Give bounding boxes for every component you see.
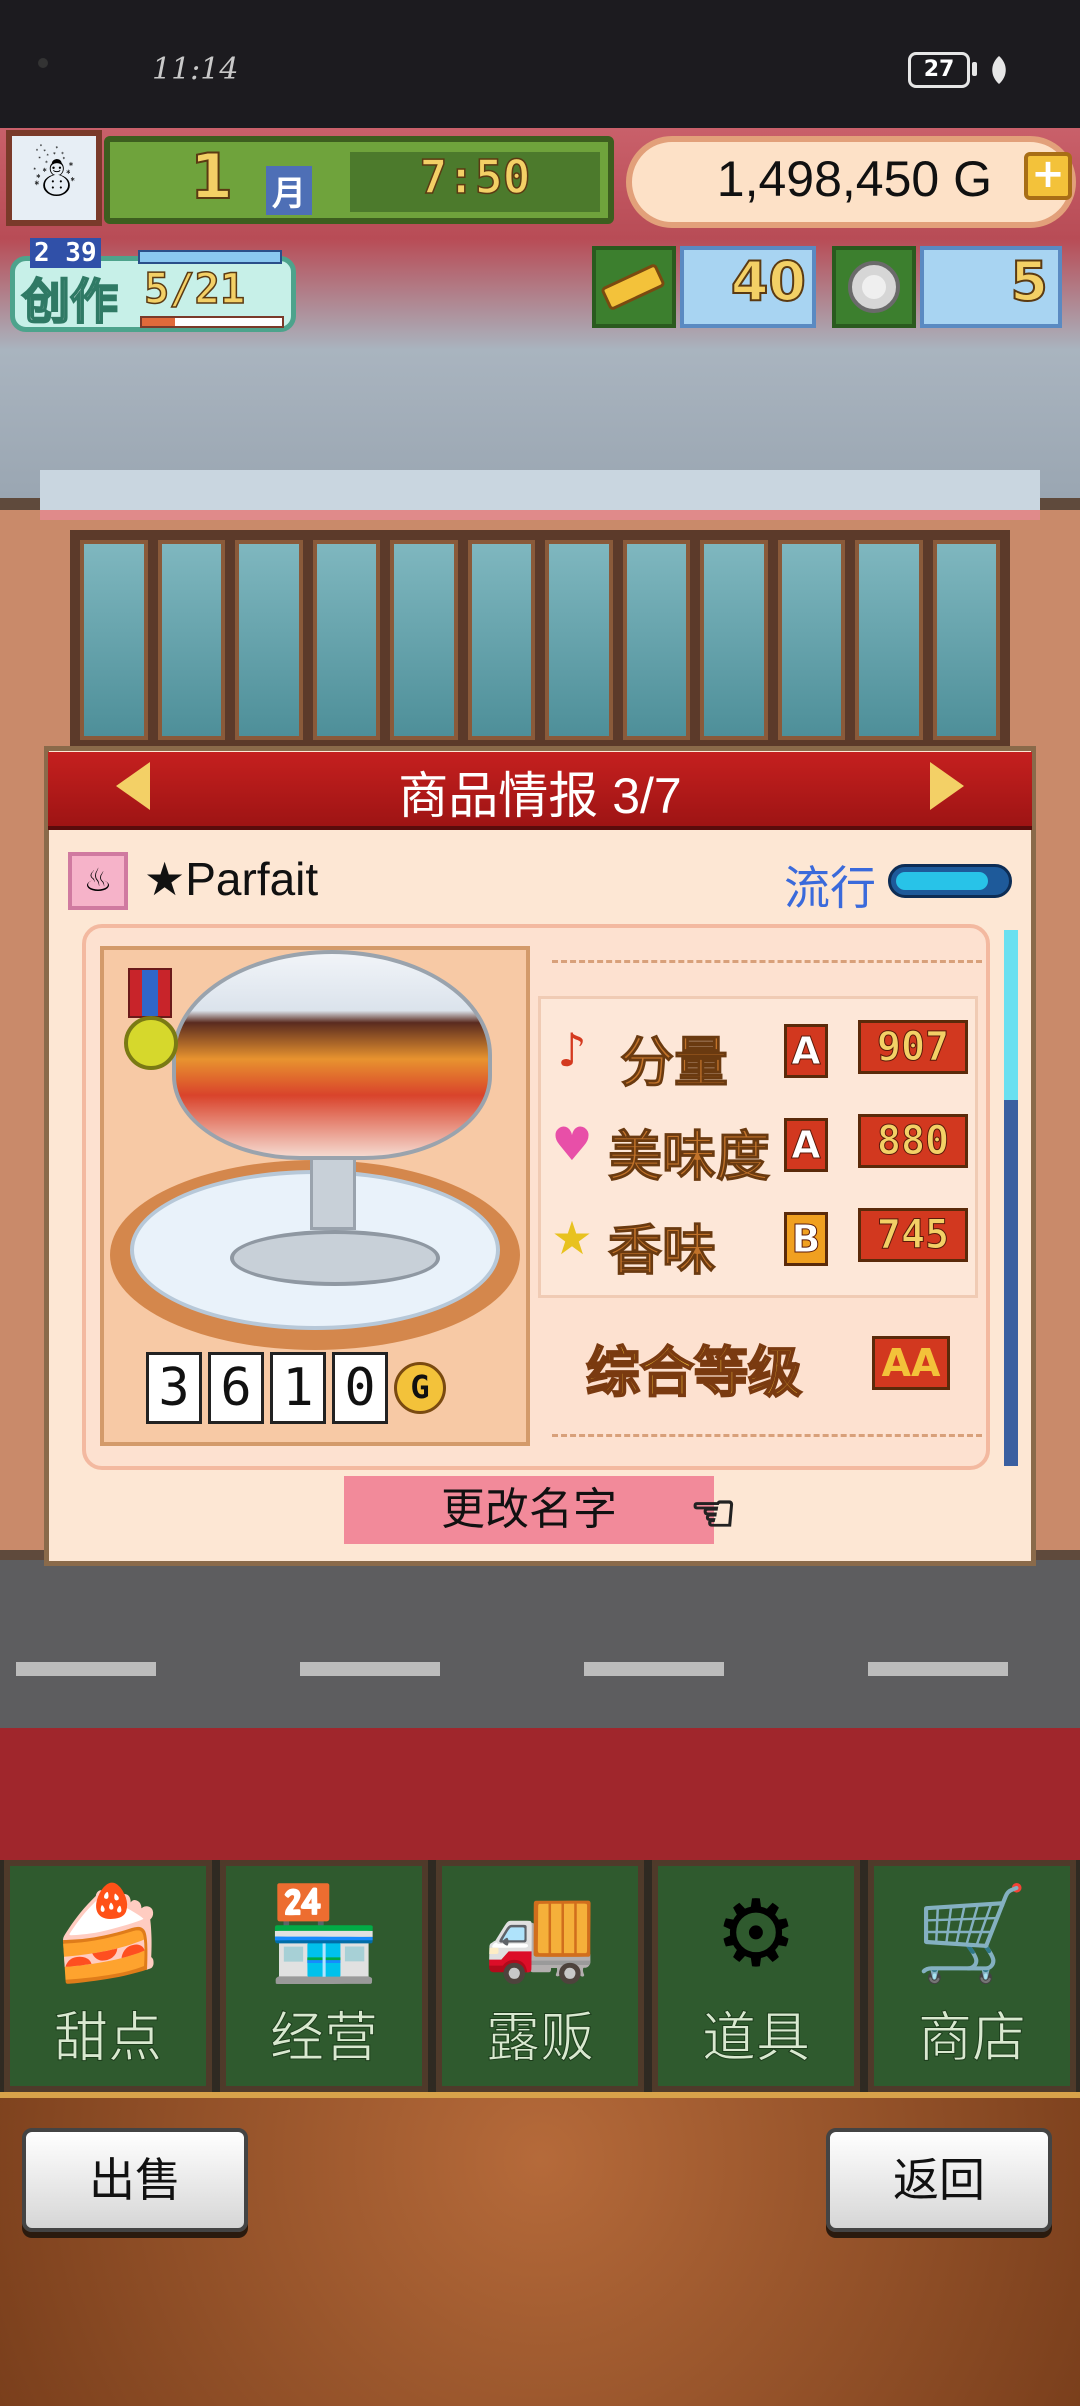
- bottom-nav: 🍰 甜点 🏪 经营 🚚 露贩 ⚙ 道具 🛒 商店: [0, 1860, 1080, 2092]
- cake-icon: 🍰: [50, 1880, 166, 1987]
- medal-icon: [124, 1016, 178, 1070]
- nav-item-dessert[interactable]: 🍰 甜点: [4, 1860, 212, 2092]
- nav-label: 商店: [918, 2006, 1027, 2070]
- gold-ticket-icon: [592, 246, 676, 328]
- price-digit: 0: [332, 1352, 388, 1424]
- create-label: 创作: [21, 273, 119, 331]
- price-digit: 3: [146, 1352, 202, 1424]
- game-clock: 7:50: [419, 149, 531, 205]
- rename-button[interactable]: 更改名字: [344, 1476, 714, 1544]
- create-count: 5/21: [143, 263, 246, 314]
- divider: [552, 1434, 982, 1437]
- panel-title: 商品情报 3/7: [398, 768, 682, 824]
- shopping-cart-icon: 🛒: [914, 1880, 1030, 1987]
- heart-icon: ♥: [551, 1117, 593, 1171]
- road-marking: [584, 1662, 724, 1676]
- glass-stem: [310, 1150, 356, 1230]
- product-name: ★Parfait: [144, 853, 319, 905]
- music-note-icon: ♪: [557, 1023, 587, 1077]
- stat-label-taste: 美味度: [608, 1125, 771, 1189]
- add-gold-button[interactable]: +: [1024, 152, 1072, 200]
- price-digit: 1: [270, 1352, 326, 1424]
- create-progress-fill: [142, 318, 175, 326]
- month-number: 1: [189, 139, 234, 214]
- overall-rating-grade: AA: [872, 1336, 950, 1390]
- snowy-roof: [40, 470, 1040, 520]
- pointer-hand-icon: ☜: [689, 1483, 738, 1545]
- overall-rating-label: 综合等级: [585, 1340, 803, 1405]
- stat-label-aroma: 香味: [608, 1219, 717, 1283]
- prev-arrow-icon[interactable]: [116, 762, 150, 810]
- items-bag-icon: ⚙: [714, 1880, 798, 1987]
- silver-medal-count: 5: [1009, 249, 1049, 314]
- road-marking: [300, 1662, 440, 1676]
- medal-ribbon: [128, 968, 172, 1018]
- stat-grade-aroma: B: [784, 1212, 828, 1266]
- scrollbar-thumb[interactable]: [1004, 930, 1018, 1100]
- create-timer-bar: [138, 250, 282, 264]
- camera-cutout: [38, 58, 48, 68]
- food-truck-icon: 🚚: [482, 1880, 598, 1987]
- battery-tip: [972, 62, 977, 76]
- snowman-avatar[interactable]: ☃: [6, 130, 102, 226]
- stat-value-portion: 907: [858, 1020, 968, 1074]
- create-timer: 2 39: [30, 238, 101, 268]
- carpet-strip: [0, 1728, 1080, 1860]
- leaf-icon: [992, 56, 1006, 84]
- gold-ticket-count: 40: [730, 249, 807, 314]
- dessert-category-icon: ♨: [68, 852, 128, 910]
- road-marking: [16, 1662, 156, 1676]
- nav-item-store[interactable]: 🛒 商店: [868, 1860, 1076, 2092]
- glass-foot: [230, 1230, 440, 1286]
- back-button[interactable]: 返回: [826, 2128, 1052, 2232]
- sell-button[interactable]: 出售: [22, 2128, 248, 2232]
- stat-grade-taste: A: [784, 1118, 828, 1172]
- star-icon: ★: [551, 1211, 593, 1265]
- price-display: 3 6 1 0 G: [146, 1352, 486, 1430]
- next-arrow-icon[interactable]: [930, 762, 964, 810]
- nav-item-stall[interactable]: 🚚 露贩: [436, 1860, 644, 2092]
- divider: [552, 960, 982, 963]
- nav-label: 道具: [702, 2006, 811, 2070]
- nav-label: 露贩: [486, 2006, 595, 2070]
- status-time: 11:14: [152, 52, 239, 87]
- parfait-image: [172, 950, 492, 1160]
- shop-windows: [70, 530, 1010, 750]
- stat-value-taste: 880: [858, 1114, 968, 1168]
- nav-item-items[interactable]: ⚙ 道具: [652, 1860, 860, 2092]
- nav-label: 经营: [270, 2006, 379, 2070]
- stat-value-aroma: 745: [858, 1208, 968, 1262]
- nav-item-manage[interactable]: 🏪 经营: [220, 1860, 428, 2092]
- stat-grade-portion: A: [784, 1024, 828, 1078]
- month-label: 月: [266, 166, 312, 215]
- stat-label-portion: 分量: [620, 1031, 729, 1095]
- trend-bar-fill: [896, 872, 988, 890]
- road: [0, 1560, 1080, 1730]
- silver-medal-icon: [832, 246, 916, 328]
- road-marking: [868, 1662, 1008, 1676]
- price-digit: 6: [208, 1352, 264, 1424]
- battery-icon: 27: [908, 52, 970, 88]
- trend-label: 流行: [784, 862, 876, 914]
- nav-label: 甜点: [54, 2006, 163, 2070]
- shop-icon: 🏪: [266, 1880, 382, 1987]
- price-unit: G: [394, 1362, 446, 1414]
- gold-amount: 1,498,450 G: [716, 151, 992, 207]
